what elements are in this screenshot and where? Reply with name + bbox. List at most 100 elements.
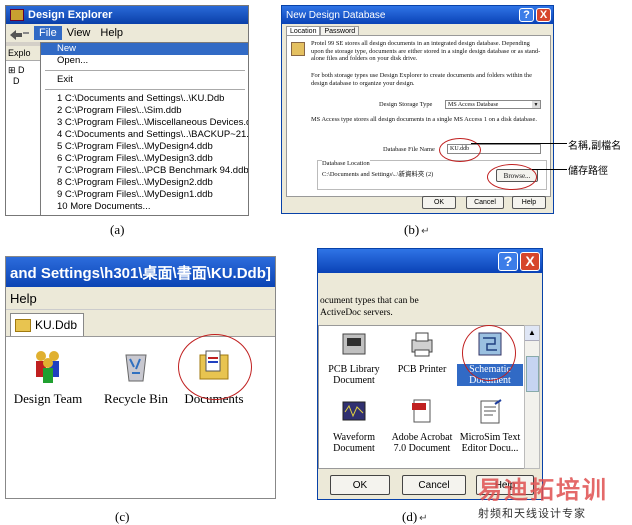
recent-file-item[interactable]: 9 C:\Program Files\..\MyDesign1.ddb (41, 189, 248, 201)
help-icon[interactable]: ? (519, 8, 534, 22)
item-label: Adobe Acrobat 7.0 Document (391, 432, 453, 454)
recent-file-item[interactable]: 7 C:\Program Files\..\PCB Benchmark 94.d… (41, 165, 248, 177)
cancel-button[interactable]: Cancel (402, 475, 466, 495)
description-text: ocument types that can be ActiveDoc serv… (320, 296, 419, 318)
dialog-title: New Design Database (286, 9, 386, 21)
caption-a: (a) (110, 222, 125, 237)
pcb-library-item[interactable]: PCB Library Document (321, 330, 387, 386)
database-icon (291, 42, 305, 56)
annotation-line (532, 169, 567, 170)
tab-label: KU.Ddb (35, 318, 78, 332)
title-bar: New Design Database ? X (282, 6, 553, 24)
recent-file-item[interactable]: 8 C:\Program Files\..\MyDesign2.ddb (41, 177, 248, 189)
recent-file-item[interactable]: 6 C:\Program Files\..\MyDesign3.ddb (41, 153, 248, 165)
highlight-circle (487, 164, 537, 190)
menu-bar: File View Help (6, 24, 248, 42)
printer-icon (411, 332, 433, 357)
design-explorer-window: Design Explorer File View Help Explo ⊞ D… (5, 5, 249, 216)
item-label: PCB Library Document (328, 364, 380, 386)
database-window: and Settings\h301\桌面\書面\KU.Ddb] Help KU.… (5, 256, 276, 499)
annotation-filename: 名稱,副檔名 (568, 141, 622, 152)
highlight-circle (462, 325, 516, 381)
item-label: MicroSim Text Editor Docu... (459, 432, 521, 454)
menu-item-new[interactable]: New (41, 43, 248, 55)
new-document-dialog: ? X ocument types that can be ActiveDoc … (317, 248, 543, 500)
explorer-toolbar-icon[interactable] (8, 26, 30, 40)
menu-separator (45, 89, 245, 90)
design-team-item[interactable]: Design Team (8, 347, 88, 407)
tree-node[interactable]: ⊞ D (8, 65, 40, 76)
watermark: 易迪拓培训 射频和天线设计专家 (478, 470, 632, 521)
ok-button[interactable]: OK (330, 475, 390, 495)
chevron-down-icon[interactable]: ▼ (532, 101, 540, 108)
item-label: PCB Printer (397, 364, 447, 375)
menu-file[interactable]: File (34, 26, 62, 40)
tree-node[interactable]: D (8, 76, 40, 87)
new-design-database-dialog: New Design Database ? X Location Passwor… (281, 5, 554, 214)
storage-description: MS Access type stores all design documen… (311, 116, 537, 123)
design-team-icon (36, 351, 59, 383)
help-icon[interactable]: ? (498, 251, 518, 271)
item-label: Waveform Document (333, 432, 375, 454)
scroll-thumb[interactable] (526, 356, 539, 392)
more-documents-item[interactable]: 10 More Documents... (41, 201, 248, 213)
window-title: and Settings\h301\桌面\書面\KU.Ddb] (6, 257, 275, 287)
tab-ku-ddb[interactable]: KU.Ddb (10, 313, 84, 336)
pdf-document-item[interactable]: Adobe Acrobat 7.0 Document (389, 398, 455, 454)
recycle-bin-icon (125, 354, 147, 382)
location-value: C:\Documents and Settings\..\新資料夾 (2) (322, 171, 434, 178)
highlight-circle (439, 138, 481, 162)
description-text: For both storage types use Design Explor… (311, 72, 532, 87)
title-bar: ? X (318, 249, 542, 273)
storage-type-value: MS Access Database (448, 102, 499, 108)
annotation-line (471, 143, 567, 144)
recent-file-item[interactable]: 4 C:\Documents and Settings\..\BACKUP~21… (41, 129, 248, 141)
menu-help[interactable]: Help (95, 26, 128, 40)
scroll-up-icon[interactable]: ▲ (525, 326, 539, 341)
app-icon (10, 9, 24, 21)
recent-file-item[interactable]: 1 C:\Documents and Settings\..\KU.Ddb (41, 93, 248, 105)
vertical-scrollbar[interactable]: ▲ (524, 325, 540, 469)
recent-file-item[interactable]: 2 C:\Program Files\..\Sim.ddb (41, 105, 248, 117)
menu-item-exit[interactable]: Exit (41, 74, 248, 86)
close-icon[interactable]: X (520, 251, 540, 271)
cancel-button[interactable]: Cancel (466, 196, 504, 209)
annotation-path: 儲存路徑 (568, 166, 608, 177)
description-text: Protel 99 SE stores all design documents… (311, 40, 541, 62)
waveform-icon (342, 401, 366, 421)
help-button[interactable]: Help (512, 196, 546, 209)
item-label: Design Team (13, 391, 83, 406)
menu-item-open[interactable]: Open... (41, 55, 248, 67)
recent-file-item[interactable]: 5 C:\Program Files\..\MyDesign4.ddb (41, 141, 248, 153)
window-title: Design Explorer (28, 9, 113, 21)
pcb-library-icon (342, 333, 366, 355)
caption-b: (b) ↵ (404, 222, 430, 237)
storage-type-select[interactable]: MS Access Database ▼ (445, 100, 541, 109)
recycle-bin-item[interactable]: Recycle Bin (96, 347, 176, 407)
text-editor-icon (480, 399, 502, 424)
location-label: Database Location (322, 160, 370, 168)
watermark-title: 易迪拓培训 (478, 477, 608, 504)
title-bar: Design Explorer (6, 6, 248, 24)
ok-button[interactable]: OK (422, 196, 456, 209)
pcb-printer-item[interactable]: PCB Printer (389, 330, 455, 375)
recent-file-item[interactable]: 3 C:\Program Files\..\Miscellaneous Devi… (41, 117, 248, 129)
highlight-circle (178, 334, 252, 400)
close-icon[interactable]: X (536, 8, 551, 22)
menu-view[interactable]: View (62, 26, 96, 40)
folder-icon (15, 318, 31, 332)
watermark-subtitle: 射频和天线设计专家 (478, 508, 586, 520)
tree-view: ⊞ D D (8, 65, 40, 87)
explorer-pane: Explo ⊞ D D (6, 46, 41, 215)
menu-separator (45, 70, 245, 71)
waveform-document-item[interactable]: Waveform Document (321, 398, 387, 454)
item-label: Recycle Bin (104, 391, 168, 406)
dialog-body: Protel 99 SE stores all design documents… (286, 35, 551, 197)
pdf-icon (412, 399, 431, 423)
file-name-label: Database File Name (383, 146, 435, 153)
text-document-item[interactable]: MicroSim Text Editor Docu... (457, 398, 523, 454)
explorer-tab[interactable]: Explo (6, 46, 40, 61)
file-menu-dropdown: New Open... Exit 1 C:\Documents and Sett… (40, 42, 248, 215)
menu-help[interactable]: Help (6, 287, 275, 310)
document-tab-bar: KU.Ddb (6, 310, 275, 337)
